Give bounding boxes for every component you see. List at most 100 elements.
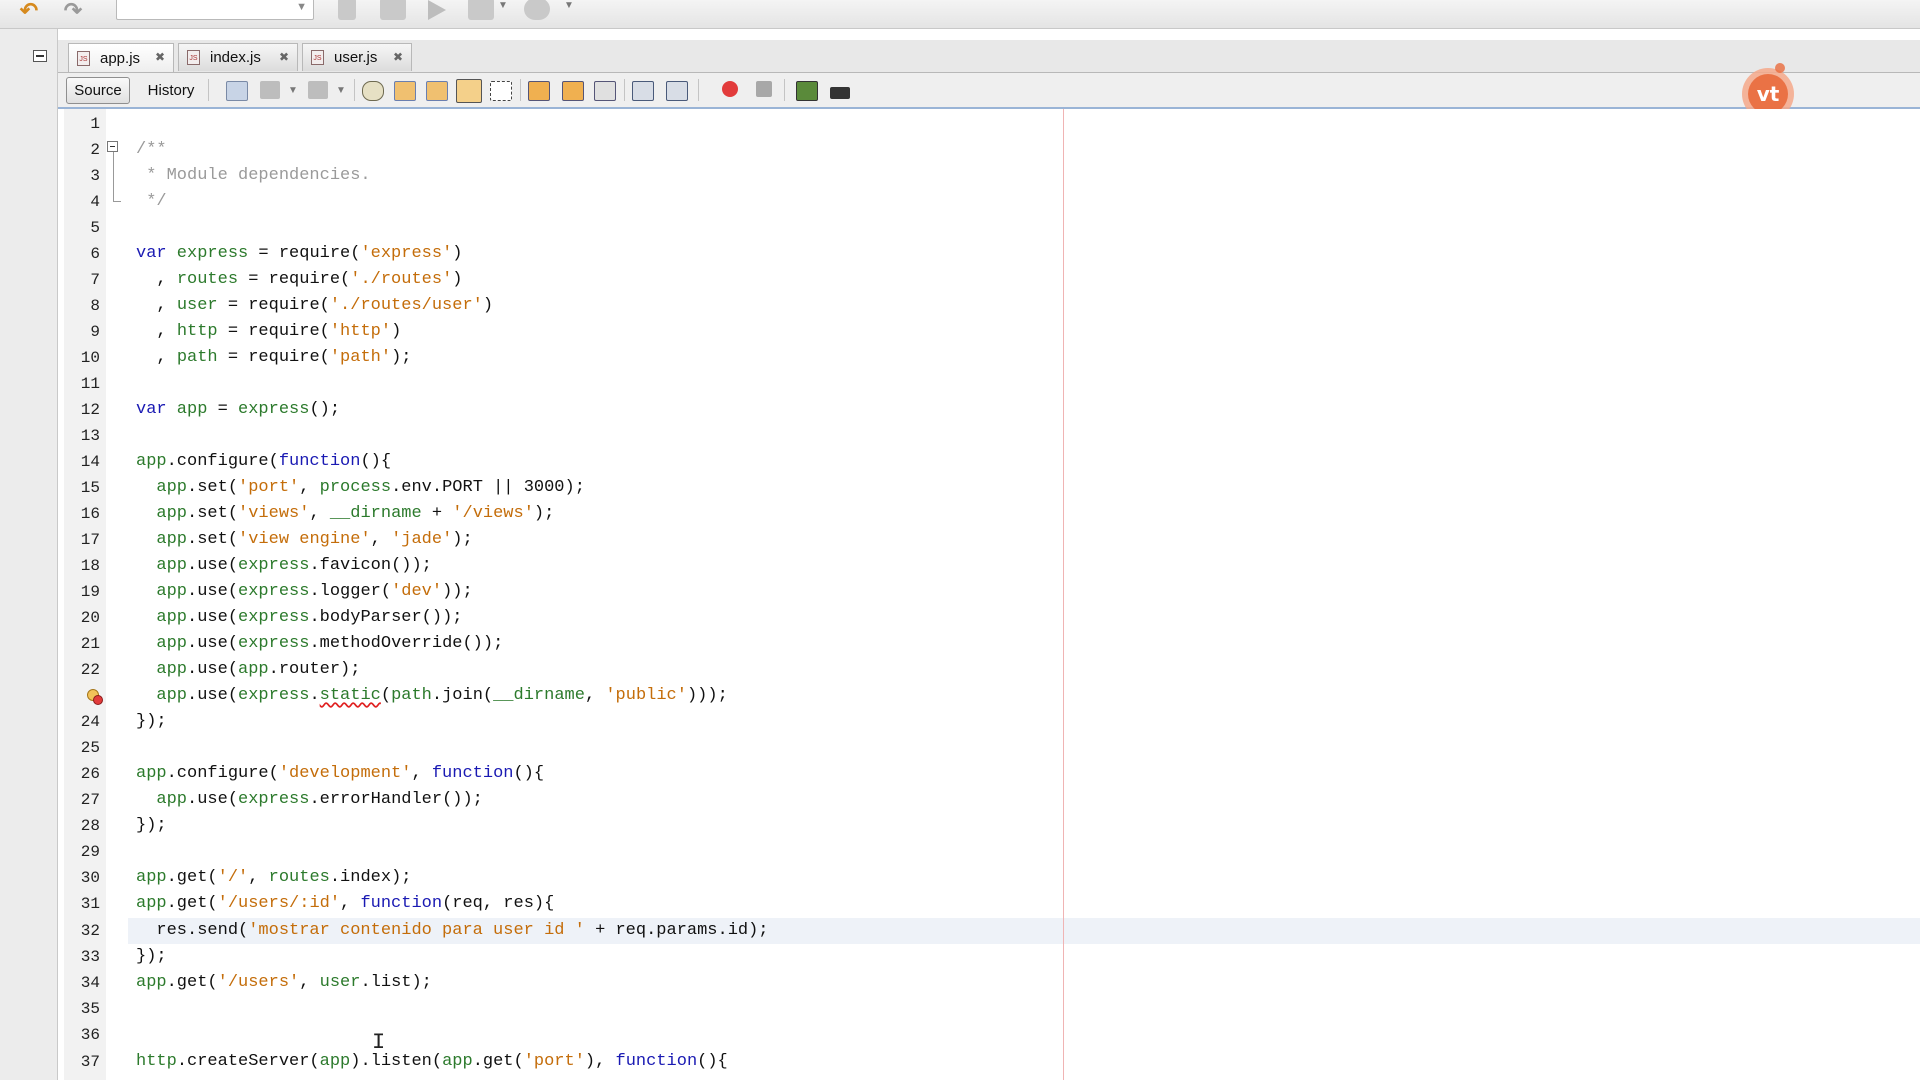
previous-bookmark-icon[interactable] — [528, 81, 550, 101]
close-icon[interactable]: ✖ — [393, 50, 403, 64]
debug-icon[interactable] — [468, 0, 494, 20]
history-button[interactable]: History — [140, 77, 202, 104]
toggle-highlight-search-icon[interactable] — [456, 79, 482, 103]
line-number: 33 — [80, 948, 100, 966]
redo-icon[interactable]: ↷ — [56, 0, 90, 23]
code-line-27[interactable]: app.use(express.errorHandler()); — [136, 787, 483, 813]
code-line-22[interactable]: app.use(app.router); — [136, 657, 360, 683]
code-line-18[interactable]: app.use(express.favicon()); — [136, 553, 431, 579]
code-text: .use( — [187, 556, 239, 575]
tab-user-js[interactable]: JS user.js ✖ — [302, 43, 412, 71]
line-number: 12 — [80, 401, 100, 419]
code-line-34[interactable]: app.get('/users', user.list); — [136, 970, 432, 996]
last-edit-icon[interactable] — [226, 81, 248, 101]
back-icon[interactable] — [260, 81, 280, 99]
code-text: )); — [442, 582, 473, 601]
minimize-window-button[interactable] — [33, 50, 47, 62]
code-text: ))); — [686, 686, 728, 705]
toggle-rectangular-selection-icon[interactable] — [490, 81, 512, 101]
code-line-28[interactable]: }); — [136, 813, 167, 839]
separator — [354, 79, 355, 101]
string: 'dev' — [391, 582, 443, 601]
code-line-31[interactable]: app.get('/users/:id', function(req, res)… — [136, 891, 554, 917]
string: './routes/user' — [329, 296, 483, 315]
code-text: .list); — [360, 973, 432, 992]
tab-index-js[interactable]: JS index.js ✖ — [178, 43, 298, 71]
identifier: http — [136, 1052, 177, 1071]
line-number: 29 — [80, 843, 100, 861]
line-number: 37 — [80, 1053, 100, 1071]
code-text: , — [299, 973, 320, 992]
build-icon[interactable] — [338, 0, 356, 20]
chevron-down-icon[interactable]: ▼ — [498, 0, 508, 11]
code-text: .use( — [187, 790, 239, 809]
shift-line-right-icon[interactable] — [666, 81, 688, 101]
code-line-9[interactable]: , http = require('http') — [136, 319, 401, 345]
identifier: express — [238, 686, 310, 705]
identifier: express — [166, 244, 249, 263]
project-configuration-select[interactable]: ▼ — [116, 0, 314, 20]
code-line-12[interactable]: var app = express(); — [136, 397, 340, 423]
clean-build-icon[interactable] — [380, 0, 406, 20]
code-line-32[interactable]: res.send('mostrar contenido para user id… — [136, 918, 768, 944]
stop-macro-recording-icon[interactable] — [756, 81, 772, 97]
find-previous-icon[interactable] — [394, 81, 416, 101]
chevron-down-icon[interactable]: ▼ — [564, 0, 574, 11]
line-number: 2 — [90, 141, 100, 159]
line-number: 10 — [80, 349, 100, 367]
code-line-30[interactable]: app.get('/', routes.index); — [136, 865, 411, 891]
code-line-16[interactable]: app.set('views', __dirname + '/views'); — [136, 501, 554, 527]
code-line-15[interactable]: app.set('port', process.env.PORT || 3000… — [136, 475, 585, 501]
run-icon[interactable] — [428, 0, 446, 20]
find-next-icon[interactable] — [426, 81, 448, 101]
code-text: ( — [380, 686, 392, 705]
toggle-bookmark-icon[interactable] — [594, 81, 616, 101]
code-line-17[interactable]: app.set('view engine', 'jade'); — [136, 527, 472, 553]
code-line-6[interactable]: var express = require('express') — [136, 241, 462, 267]
code-line-10[interactable]: , path = require('path'); — [136, 345, 411, 371]
fold-collapse-icon[interactable] — [107, 141, 118, 152]
next-bookmark-icon[interactable] — [562, 81, 584, 101]
shift-line-left-icon[interactable] — [632, 81, 654, 101]
identifier: app — [166, 400, 208, 419]
code-line-3[interactable]: * Module dependencies. — [136, 163, 370, 189]
chevron-down-icon[interactable]: ▼ — [288, 85, 298, 96]
undo-icon[interactable]: ↶ — [12, 0, 46, 23]
identifier: http — [176, 322, 218, 341]
line-number: 16 — [80, 505, 100, 523]
forward-icon[interactable] — [308, 81, 328, 99]
code-line-26[interactable]: app.configure('development', function(){ — [136, 761, 544, 787]
code-line-24[interactable]: }); — [136, 709, 167, 735]
code-line-2[interactable]: /** — [136, 137, 167, 163]
code-line-19[interactable]: app.use(express.logger('dev')); — [136, 579, 473, 605]
code-line-8[interactable]: , user = require('./routes/user') — [136, 293, 493, 319]
source-button[interactable]: Source — [66, 77, 130, 104]
code-line-23[interactable]: app.use(express.static(path.join(__dirna… — [136, 683, 728, 709]
code-text: res.send( — [136, 921, 249, 940]
code-line-37[interactable]: http.createServer(app).listen(app.get('p… — [136, 1049, 728, 1075]
profile-icon[interactable] — [524, 0, 550, 20]
close-icon[interactable]: ✖ — [155, 50, 165, 64]
tab-app-js[interactable]: JS app.js ✖ — [68, 43, 174, 72]
code-line-20[interactable]: app.use(express.bodyParser()); — [136, 605, 462, 631]
comment-icon[interactable] — [796, 81, 818, 101]
code-text: .join( — [431, 686, 494, 705]
code-line-33[interactable]: }); — [136, 944, 167, 970]
start-macro-recording-icon[interactable] — [722, 81, 738, 97]
line-number: 7 — [90, 271, 100, 289]
code-line-7[interactable]: , routes = require('./routes') — [136, 267, 462, 293]
code-line-14[interactable]: app.configure(function(){ — [136, 449, 391, 475]
js-file-icon: JS — [77, 50, 90, 66]
code-line-4[interactable]: */ — [136, 189, 167, 215]
identifier: express — [238, 608, 310, 627]
comment: */ — [136, 192, 167, 211]
fold-guide — [113, 152, 114, 202]
close-icon[interactable]: ✖ — [279, 50, 289, 64]
code-line-21[interactable]: app.use(express.methodOverride()); — [136, 631, 503, 657]
string: 'jade' — [391, 530, 453, 549]
chevron-down-icon[interactable]: ▼ — [336, 85, 346, 96]
uncomment-icon[interactable] — [830, 87, 850, 99]
identifier: app — [136, 764, 167, 783]
string: 'path' — [329, 348, 392, 367]
find-icon[interactable] — [362, 81, 384, 101]
